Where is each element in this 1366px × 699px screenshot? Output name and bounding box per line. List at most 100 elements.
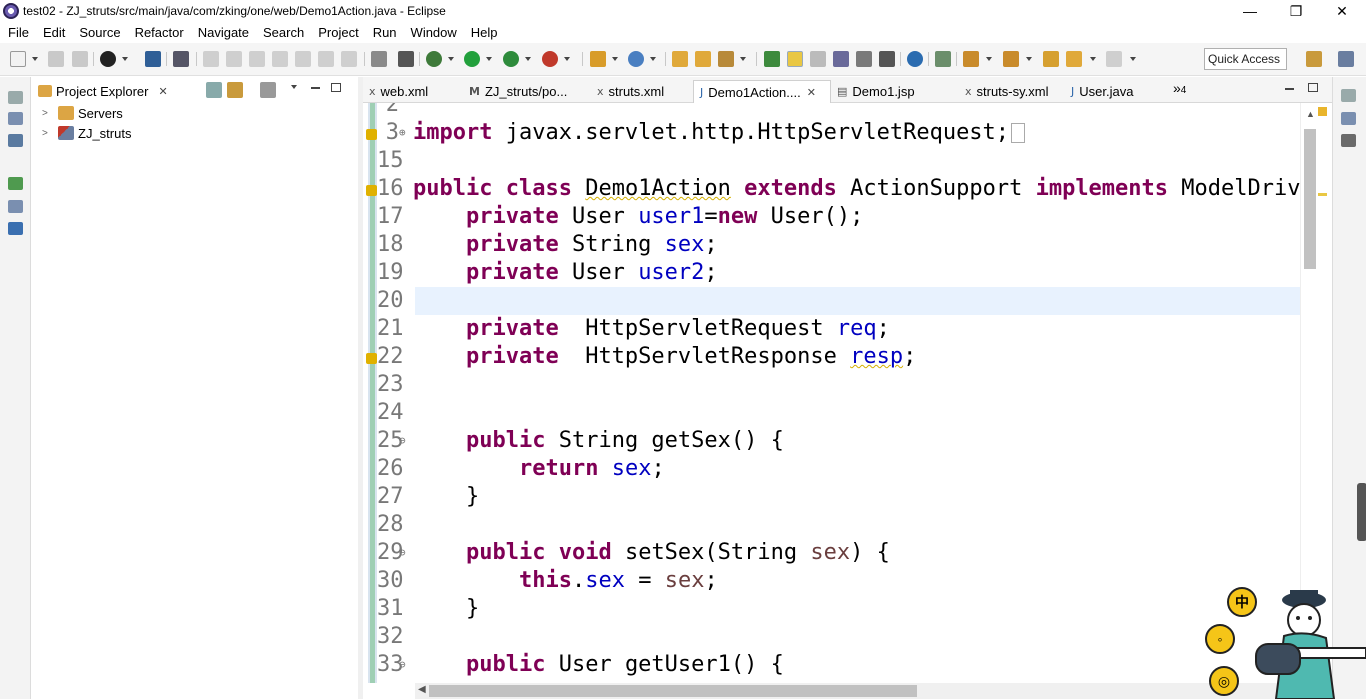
- outline-icon[interactable]: [8, 200, 23, 213]
- warning-marker-icon[interactable]: [366, 129, 377, 140]
- collapse-icon[interactable]: ⊖: [399, 539, 413, 567]
- open-perspective-icon[interactable]: [371, 51, 387, 67]
- search-icon[interactable]: [718, 51, 734, 67]
- new-class-icon[interactable]: [628, 51, 644, 67]
- warning-summary-icon[interactable]: [1318, 107, 1327, 116]
- step-over-icon[interactable]: [318, 51, 334, 67]
- new-icon[interactable]: [10, 51, 26, 67]
- close-button[interactable]: ✕: [1319, 0, 1365, 22]
- collapse-icon[interactable]: ⊖: [399, 427, 413, 455]
- tab-overflow-button[interactable]: »4: [1173, 80, 1186, 96]
- floating-assistant-widget[interactable]: 中 ◦ ◎: [1205, 586, 1366, 699]
- minimize-view-icon[interactable]: [311, 87, 320, 89]
- run-dropdown-icon[interactable]: [486, 57, 492, 61]
- new-java-project-dropdown-icon[interactable]: [612, 57, 618, 61]
- search-dropdown-icon[interactable]: [740, 57, 746, 61]
- save-all-icon[interactable]: [72, 51, 88, 67]
- save-icon[interactable]: [48, 51, 64, 67]
- maximize-editor-icon[interactable]: [1308, 83, 1318, 92]
- java-perspective-icon[interactable]: [1338, 51, 1354, 67]
- tree-item-zj-struts[interactable]: > ZJ_struts: [42, 124, 131, 142]
- warning-marker-icon[interactable]: [366, 185, 377, 196]
- link-with-editor-icon[interactable]: [227, 82, 243, 98]
- menu-project[interactable]: Project: [311, 25, 365, 40]
- type-hierarchy-icon[interactable]: [8, 134, 23, 147]
- task-list-icon[interactable]: [1341, 134, 1356, 147]
- next-annotation-dropdown-icon[interactable]: [986, 57, 992, 61]
- scroll-left-icon[interactable]: ◀: [418, 684, 426, 695]
- console-icon[interactable]: [145, 51, 161, 67]
- external-tools-dropdown-icon[interactable]: [564, 57, 570, 61]
- word-wrap-icon[interactable]: [833, 51, 849, 67]
- step-into-icon[interactable]: [295, 51, 311, 67]
- side-handle[interactable]: [1357, 483, 1366, 541]
- toggle-mark-occurrences-icon[interactable]: [764, 51, 780, 67]
- last-edit-location-icon[interactable]: [1043, 51, 1059, 67]
- open-type-icon[interactable]: [672, 51, 688, 67]
- view-menu-icon[interactable]: [291, 85, 297, 89]
- code-editor[interactable]: 2 3⊕ import javax.servlet.http.HttpServle…: [363, 103, 1332, 683]
- suspend-icon[interactable]: [226, 51, 242, 67]
- block-selection-icon[interactable]: [810, 51, 826, 67]
- tab-demo1-jsp[interactable]: ▤ Demo1.jsp: [831, 80, 959, 103]
- menu-window[interactable]: Window: [404, 25, 464, 40]
- paragraph-icon[interactable]: [879, 51, 895, 67]
- open-task-icon[interactable]: [695, 51, 711, 67]
- menu-search[interactable]: Search: [256, 25, 311, 40]
- coverage-dropdown-icon[interactable]: [525, 57, 531, 61]
- menu-run[interactable]: Run: [366, 25, 404, 40]
- resume-icon[interactable]: [203, 51, 219, 67]
- quick-access-field[interactable]: Quick Access: [1204, 48, 1287, 70]
- forward-dropdown-icon[interactable]: [1130, 57, 1136, 61]
- package-explorer-icon[interactable]: [8, 112, 23, 125]
- menu-edit[interactable]: Edit: [36, 25, 72, 40]
- collapse-all-icon[interactable]: [206, 82, 222, 98]
- tab-pom[interactable]: M ZJ_struts/po...: [463, 80, 591, 103]
- maximize-button[interactable]: ❐: [1273, 0, 1319, 22]
- expand-icon[interactable]: >: [42, 108, 52, 119]
- overview-marker[interactable]: [1318, 193, 1327, 196]
- menu-source[interactable]: Source: [72, 25, 127, 40]
- menu-navigate[interactable]: Navigate: [191, 25, 256, 40]
- close-view-icon[interactable]: ✕: [158, 85, 167, 98]
- settings-icon[interactable]: ◦: [1205, 624, 1235, 654]
- restore-icon[interactable]: [1341, 89, 1356, 102]
- tab-struts-sy-xml[interactable]: x struts-sy.xml: [959, 80, 1063, 103]
- minimize-button[interactable]: —: [1227, 0, 1273, 22]
- warning-marker-icon[interactable]: [366, 353, 377, 364]
- web-browser-icon[interactable]: [907, 51, 923, 67]
- new-class-dropdown-icon[interactable]: [650, 57, 656, 61]
- new-dropdown-icon[interactable]: [32, 57, 38, 61]
- maximize-view-icon[interactable]: [331, 83, 341, 92]
- filters-icon[interactable]: [260, 82, 276, 98]
- toggle-highlight-icon[interactable]: [787, 51, 803, 67]
- next-annotation-icon[interactable]: [963, 51, 979, 67]
- back-dropdown-icon[interactable]: [1090, 57, 1096, 61]
- collapse-icon[interactable]: ⊖: [399, 651, 413, 679]
- menu-refactor[interactable]: Refactor: [128, 25, 191, 40]
- tab-web-xml[interactable]: x web.xml: [363, 80, 463, 103]
- previous-annotation-dropdown-icon[interactable]: [1026, 57, 1032, 61]
- toggle-view-icon[interactable]: [398, 51, 414, 67]
- restore-icon[interactable]: [8, 91, 23, 104]
- forward-icon[interactable]: [1106, 51, 1122, 67]
- expand-icon[interactable]: >: [42, 128, 52, 139]
- scroll-up-icon[interactable]: ▲: [1306, 109, 1315, 119]
- terminate-icon[interactable]: [249, 51, 265, 67]
- tab-struts-xml[interactable]: x struts.xml: [591, 80, 693, 103]
- horizontal-scroll-thumb[interactable]: [429, 685, 917, 697]
- step-return-icon[interactable]: [341, 51, 357, 67]
- user-dropdown-icon[interactable]: [122, 57, 128, 61]
- java-ee-perspective-icon[interactable]: [1306, 51, 1322, 67]
- back-icon[interactable]: [1066, 51, 1082, 67]
- close-tab-icon[interactable]: ✕: [807, 86, 816, 99]
- menu-file[interactable]: File: [0, 25, 36, 40]
- expand-imports-icon[interactable]: ⊕: [399, 119, 413, 147]
- run-icon[interactable]: [464, 51, 480, 67]
- debug-dropdown-icon[interactable]: [448, 57, 454, 61]
- target-icon[interactable]: ◎: [1209, 666, 1239, 696]
- outline-view-icon[interactable]: [1341, 112, 1356, 125]
- tab-demo1action-java[interactable]: J Demo1Action.... ✕: [693, 80, 831, 103]
- debug-icon[interactable]: [426, 51, 442, 67]
- tab-user-java[interactable]: J User.java: [1065, 80, 1165, 103]
